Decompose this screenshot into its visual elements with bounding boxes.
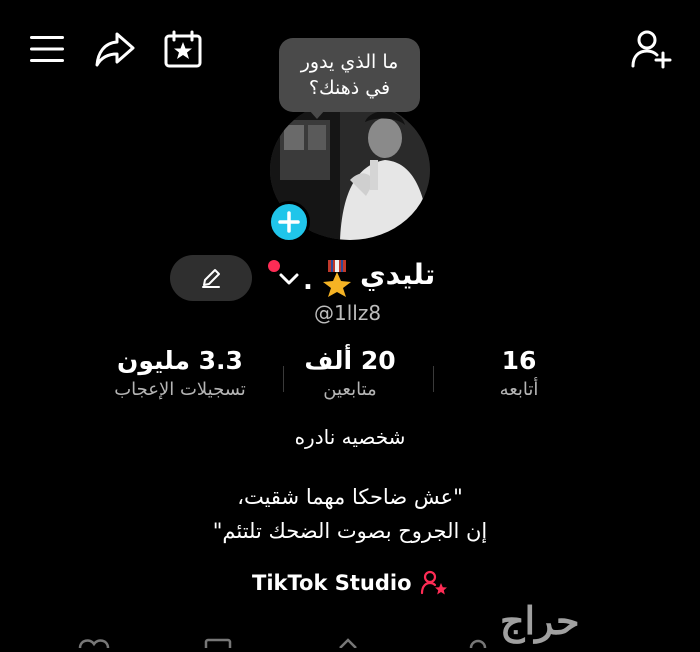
bio-line-2: إن الجروح بصوت الضحك تلتئم" <box>212 519 488 543</box>
bio-title: شخصيه نادره <box>294 425 406 449</box>
stat-divider <box>283 366 284 392</box>
add-story-button[interactable] <box>268 201 310 243</box>
username: @1llz8 <box>314 301 382 325</box>
profile-tab-strip[interactable] <box>0 632 700 652</box>
thought-bubble[interactable]: ما الذي يدور في ذهنك؟ <box>279 38 420 112</box>
menu-icon[interactable] <box>28 32 66 66</box>
edit-profile-button[interactable] <box>170 255 252 301</box>
bio-line-1: "عش ضاحكا مهما شقيت، <box>237 485 463 509</box>
bubble-line-1: ما الذي يدور <box>300 51 399 73</box>
name-separator: . <box>303 266 313 296</box>
stat-divider <box>433 366 434 392</box>
pencil-icon <box>202 269 220 288</box>
stat-likes[interactable]: 3.3 مليون تسجيلات الإعجاب <box>94 346 266 400</box>
calendar-star-icon[interactable] <box>162 29 204 69</box>
following-count: 16 <box>501 346 537 375</box>
bubble-tail <box>309 110 325 119</box>
bubble-line-2: في ذهنك؟ <box>308 77 391 99</box>
stat-following[interactable]: 16 أتابعه <box>480 346 558 400</box>
followers-count: 20 ألف <box>304 346 396 375</box>
share-icon[interactable] <box>94 30 136 68</box>
likes-label: تسجيلات الإعجاب <box>114 379 246 400</box>
tiktok-studio-link[interactable]: TikTok Studio <box>252 570 448 596</box>
plus-icon <box>278 211 300 233</box>
chevron-down-icon[interactable] <box>276 266 302 292</box>
stat-followers[interactable]: 20 ألف متابعين <box>300 346 400 400</box>
likes-count: 3.3 مليون <box>117 346 243 375</box>
creator-star-icon <box>420 570 447 595</box>
following-label: أتابعه <box>499 379 539 400</box>
display-name: تليدي <box>360 258 436 291</box>
tiktok-studio-label: TikTok Studio <box>252 571 412 595</box>
followers-label: متابعين <box>323 379 377 400</box>
add-user-icon[interactable] <box>630 29 674 69</box>
medal-icon <box>320 258 354 298</box>
